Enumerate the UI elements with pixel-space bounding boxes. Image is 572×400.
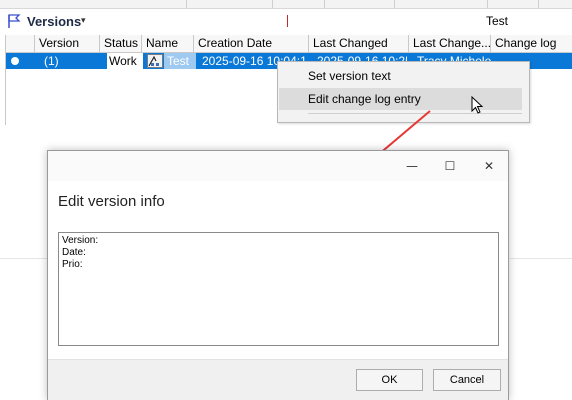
cell-version: (1)	[44, 54, 59, 68]
dialog-heading: Edit version info	[58, 193, 165, 210]
dialog-footer: OK Cancel	[48, 359, 508, 400]
maximize-button[interactable]: ☐	[435, 155, 465, 177]
column-header-last-changed[interactable]: Last Changed	[309, 35, 409, 52]
column-header-last-changed-by[interactable]: Last Change...	[409, 35, 491, 52]
background-divider	[510, 258, 572, 259]
column-header-version[interactable]: Version	[35, 35, 100, 52]
text-line-prio: Prio:	[62, 259, 83, 270]
minimize-button[interactable]: —	[397, 155, 427, 177]
cell-name: Test	[164, 53, 196, 69]
column-header-indicator	[6, 35, 35, 52]
edit-version-info-dialog: — ☐ ✕ Edit version info Version: Date: P…	[47, 150, 509, 400]
close-button[interactable]: ✕	[474, 155, 504, 177]
strip-divider	[186, 0, 187, 8]
row-indicator-icon	[11, 57, 19, 65]
dialog-titlebar[interactable]: — ☐ ✕	[48, 151, 508, 181]
background-divider	[0, 258, 47, 259]
versions-title[interactable]: Versions	[27, 14, 81, 29]
column-header-status[interactable]: Status	[100, 35, 142, 52]
strip-divider	[272, 0, 273, 8]
cell-status: Work	[107, 53, 143, 69]
strip-divider	[394, 0, 395, 8]
model-item-icon	[147, 54, 163, 68]
version-info-textarea[interactable]: Version: Date: Prio:	[58, 232, 499, 346]
panel-right-title: Test	[486, 14, 509, 28]
text-line-date: Date:	[62, 247, 86, 258]
top-toolbar-strip	[0, 0, 572, 9]
column-header-change-log[interactable]: Change log	[491, 35, 572, 52]
text-cursor-marker	[287, 15, 288, 27]
strip-divider	[324, 0, 325, 8]
column-header-creation-date[interactable]: Creation Date	[194, 35, 309, 52]
strip-divider	[487, 0, 488, 8]
cursor-arrow-icon	[471, 96, 484, 114]
menu-item-set-version-text[interactable]: Set version text	[279, 65, 522, 87]
versions-header: Versions ▾ Test	[0, 9, 572, 35]
text-line-version: Version:	[62, 235, 99, 246]
chevron-down-icon[interactable]: ▾	[81, 15, 86, 26]
cancel-button[interactable]: Cancel	[433, 369, 501, 391]
strip-divider	[538, 0, 539, 8]
column-header-name[interactable]: Name	[142, 35, 194, 52]
flag-icon	[8, 14, 21, 28]
ok-button[interactable]: OK	[356, 369, 423, 391]
grid-header-row: Version Status Name Creation Date Last C…	[6, 35, 572, 53]
menu-item-edit-change-log-entry[interactable]: Edit change log entry	[279, 88, 522, 110]
